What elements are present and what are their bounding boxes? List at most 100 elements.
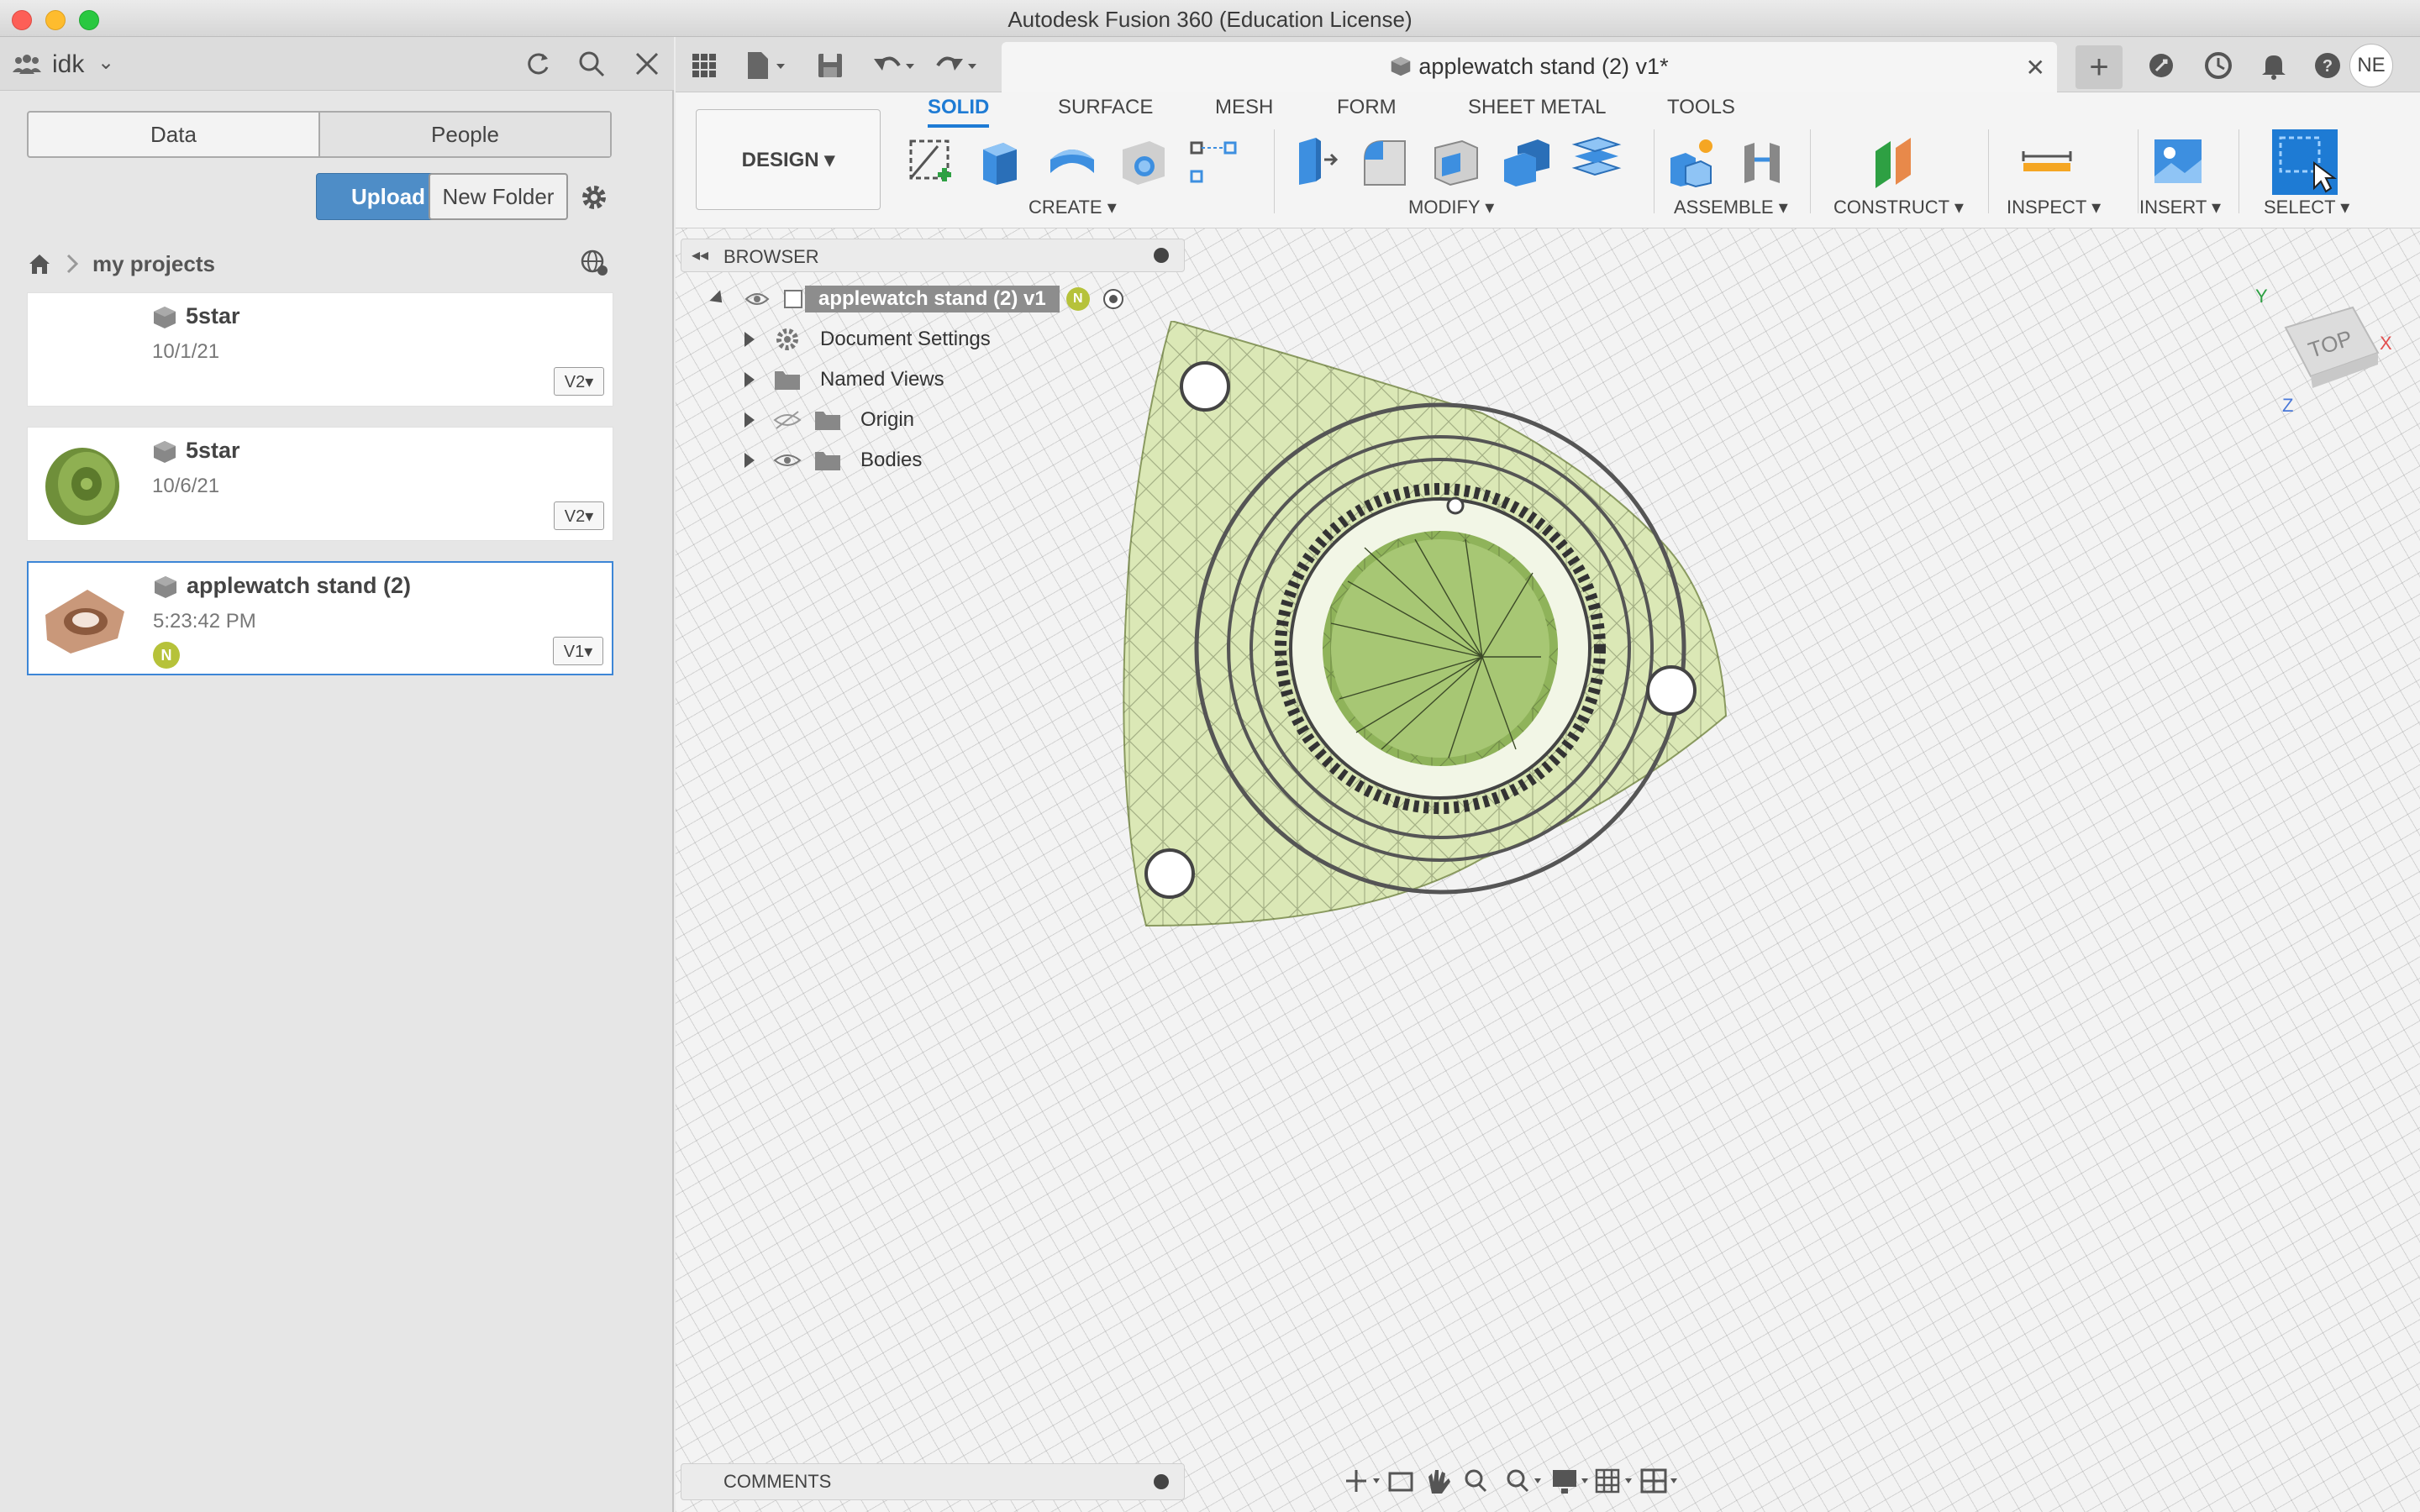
offset-face-icon[interactable] — [1570, 134, 1623, 188]
viewports-icon[interactable] — [1640, 1468, 1677, 1494]
home-icon[interactable] — [27, 251, 52, 276]
browser-item-document-settings[interactable]: Document Settings — [744, 323, 991, 356]
hole-icon[interactable] — [1116, 134, 1170, 188]
press-pull-icon[interactable] — [1287, 134, 1341, 188]
team-icon[interactable] — [12, 54, 42, 74]
expand-comments-icon[interactable] — [1154, 1474, 1169, 1489]
save-icon[interactable] — [813, 49, 847, 82]
team-name[interactable]: idk — [52, 50, 84, 79]
select-menu[interactable]: SELECT ▾ — [2264, 197, 2349, 218]
tab-surface[interactable]: SURFACE — [1058, 96, 1153, 119]
new-folder-button[interactable]: New Folder — [429, 173, 568, 220]
close-tab-icon[interactable]: ✕ — [2026, 54, 2045, 81]
shell-icon[interactable] — [1428, 134, 1482, 188]
version-dropdown[interactable]: V1▾ — [553, 637, 603, 665]
insert-menu[interactable]: INSERT ▾ — [2139, 197, 2221, 218]
browser-root-label: applewatch stand (2) v1 — [805, 286, 1060, 312]
ribbon: DESIGN ▾ SOLID SURFACE MESH FORM SHEET M… — [676, 92, 2420, 228]
extensions-icon[interactable] — [2144, 49, 2178, 82]
display-settings-icon[interactable] — [1553, 1470, 1588, 1494]
file-name: 5star — [186, 438, 240, 463]
collapse-panel-icon[interactable]: ◂◂ — [692, 244, 708, 265]
breadcrumb-my-projects[interactable]: my projects — [92, 251, 215, 277]
tab-sheet-metal[interactable]: SHEET METAL — [1468, 96, 1606, 119]
expand-arrow-icon[interactable] — [744, 412, 755, 428]
file-name: 5star — [186, 303, 240, 328]
inspect-menu[interactable]: INSPECT ▾ — [2007, 197, 2101, 218]
create-menu[interactable]: CREATE ▾ — [1028, 197, 1117, 218]
window-title: Autodesk Fusion 360 (Education License) — [1007, 7, 1413, 32]
pan-hand-icon[interactable] — [1428, 1470, 1450, 1494]
activate-radio-icon[interactable] — [1102, 287, 1125, 311]
tab-data[interactable]: Data — [29, 113, 318, 156]
construct-plane-icon[interactable] — [1867, 134, 1921, 188]
create-sketch-icon[interactable] — [904, 134, 958, 188]
browser-item-label: Named Views — [820, 368, 944, 391]
expand-arrow-icon[interactable] — [744, 372, 755, 387]
chevron-down-icon[interactable]: ⌄ — [97, 50, 114, 75]
version-dropdown[interactable]: V2▾ — [554, 501, 604, 530]
eye-icon[interactable] — [773, 450, 802, 470]
breadcrumb: my projects — [27, 247, 215, 281]
pattern-icon[interactable] — [1186, 134, 1240, 188]
undo-icon[interactable] — [871, 49, 918, 82]
grid-settings-icon[interactable] — [1595, 1468, 1632, 1494]
measure-icon[interactable] — [2020, 134, 2074, 188]
gear-icon[interactable] — [578, 181, 610, 213]
data-people-toggle: Data People — [27, 111, 612, 158]
minimize-panel-icon[interactable] — [1154, 248, 1169, 263]
insert-image-icon[interactable] — [2151, 134, 2205, 188]
assemble-menu[interactable]: ASSEMBLE ▾ — [1674, 197, 1788, 218]
browser-item-named-views[interactable]: Named Views — [744, 363, 944, 396]
job-status-icon[interactable] — [2202, 49, 2235, 82]
version-dropdown[interactable]: V2▾ — [554, 367, 604, 396]
redo-icon[interactable] — [933, 49, 980, 82]
expand-arrow-icon[interactable] — [744, 332, 755, 347]
eye-icon[interactable] — [744, 289, 770, 309]
zoom-window-icon[interactable] — [1507, 1469, 1541, 1493]
notifications-bell-icon[interactable] — [2257, 49, 2291, 82]
joint-icon[interactable] — [1736, 134, 1790, 188]
modify-menu[interactable]: MODIFY ▾ — [1408, 197, 1494, 218]
refresh-icon[interactable] — [523, 49, 553, 79]
orbit-icon[interactable] — [1346, 1470, 1380, 1492]
combine-icon[interactable] — [1499, 134, 1553, 188]
browser-item-bodies[interactable]: Bodies — [744, 444, 922, 477]
file-card-selected[interactable]: applewatch stand (2) 5:23:42 PM N V1▾ — [27, 561, 613, 675]
help-icon[interactable]: ? — [2311, 49, 2344, 82]
close-icon[interactable] — [632, 49, 662, 79]
new-component-icon[interactable] — [1665, 134, 1719, 188]
eye-hidden-icon[interactable] — [773, 410, 802, 430]
3d-model-part[interactable] — [1113, 321, 2037, 1211]
workspace-switcher[interactable]: DESIGN ▾ — [696, 109, 881, 210]
select-icon[interactable] — [2272, 129, 2338, 195]
extrude-icon[interactable] — [975, 134, 1028, 188]
file-menu-icon[interactable] — [743, 49, 790, 82]
viewcube[interactable]: TOP Y X Z — [2252, 277, 2395, 420]
user-avatar[interactable]: NE — [2349, 44, 2393, 87]
grid-apps-icon[interactable] — [687, 49, 721, 82]
browser-root-node[interactable]: applewatch stand (2) v1 N — [709, 282, 1125, 316]
tab-solid[interactable]: SOLID — [928, 96, 990, 128]
revolve-icon[interactable] — [1045, 134, 1099, 188]
construct-menu[interactable]: CONSTRUCT ▾ — [1833, 197, 1964, 218]
expand-arrow-icon[interactable] — [709, 290, 728, 308]
document-tab-title: applewatch stand (2) v1* — [1002, 54, 2057, 80]
tab-people[interactable]: People — [318, 113, 610, 156]
tab-form[interactable]: FORM — [1337, 96, 1397, 119]
look-at-icon[interactable] — [1388, 1472, 1413, 1492]
divider — [1988, 129, 1989, 213]
search-icon[interactable] — [576, 49, 607, 79]
globe-icon[interactable] — [580, 249, 608, 277]
fillet-icon[interactable] — [1358, 134, 1412, 188]
tab-mesh[interactable]: MESH — [1215, 96, 1273, 119]
browser-item-origin[interactable]: Origin — [744, 403, 914, 437]
file-card[interactable]: 5star 10/1/21 V2▾ — [27, 292, 613, 407]
tab-tools[interactable]: TOOLS — [1667, 96, 1735, 119]
file-thumbnail — [45, 590, 124, 654]
file-card[interactable]: 5star 10/6/21 V2▾ — [27, 427, 613, 541]
new-tab-button[interactable]: + — [2075, 45, 2123, 89]
zoom-icon[interactable] — [1465, 1469, 1487, 1493]
document-tab[interactable]: applewatch stand (2) v1* ✕ — [1002, 42, 2057, 92]
expand-arrow-icon[interactable] — [744, 453, 755, 468]
